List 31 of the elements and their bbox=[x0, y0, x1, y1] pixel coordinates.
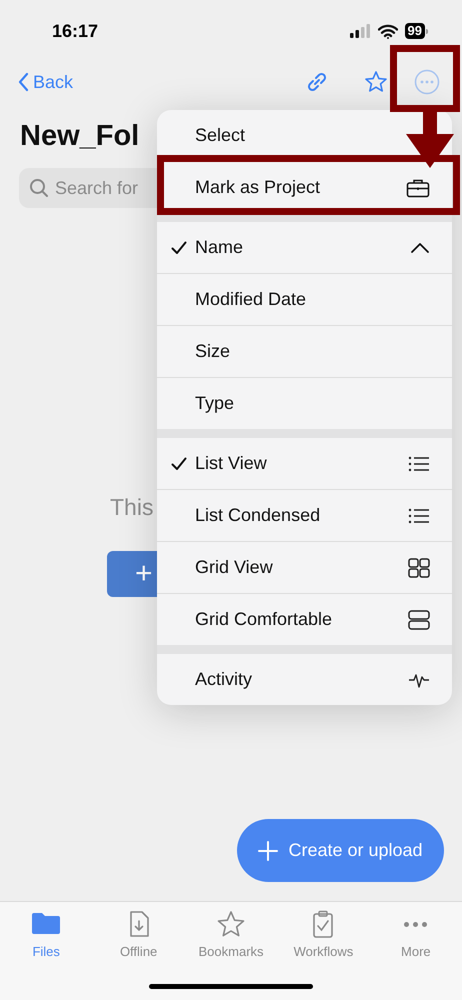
star-icon[interactable] bbox=[364, 70, 388, 94]
search-placeholder: Search for bbox=[55, 176, 138, 200]
search-icon bbox=[29, 178, 49, 198]
battery-level: 99 bbox=[404, 23, 425, 39]
wifi-icon bbox=[378, 24, 398, 38]
folder-title: New_Fol bbox=[20, 119, 140, 154]
menu-item[interactable]: Select bbox=[195, 122, 246, 149]
menu-item[interactable]: Grid Comfortable bbox=[195, 606, 332, 633]
more-icon bbox=[403, 920, 428, 928]
grid-icon bbox=[408, 558, 430, 578]
empty-message: This bbox=[110, 493, 154, 522]
menu-item[interactable]: Modified Date bbox=[195, 286, 306, 313]
list-icon bbox=[408, 456, 430, 472]
annotation-arrow bbox=[405, 110, 455, 168]
menu-item[interactable]: List View bbox=[195, 450, 267, 477]
list-icon bbox=[408, 508, 430, 524]
rows-icon bbox=[408, 610, 430, 630]
star-icon bbox=[216, 910, 246, 938]
briefcase-icon bbox=[406, 178, 430, 198]
plus-icon bbox=[258, 840, 278, 860]
menu-item[interactable]: List Condensed bbox=[195, 502, 320, 529]
menu-item[interactable]: Name bbox=[195, 234, 244, 261]
chevron-left-icon bbox=[18, 72, 29, 92]
menu-item[interactable]: Activity bbox=[195, 666, 252, 693]
create-upload-button[interactable]: Create or upload bbox=[237, 819, 444, 882]
menu-item[interactable]: Size bbox=[195, 338, 230, 365]
chevron-up-icon bbox=[410, 242, 430, 254]
menu-item[interactable]: Grid View bbox=[195, 554, 273, 581]
signal-icon bbox=[348, 24, 371, 38]
status-time: 16:17 bbox=[52, 20, 98, 42]
menu-item[interactable]: Type bbox=[195, 390, 234, 417]
